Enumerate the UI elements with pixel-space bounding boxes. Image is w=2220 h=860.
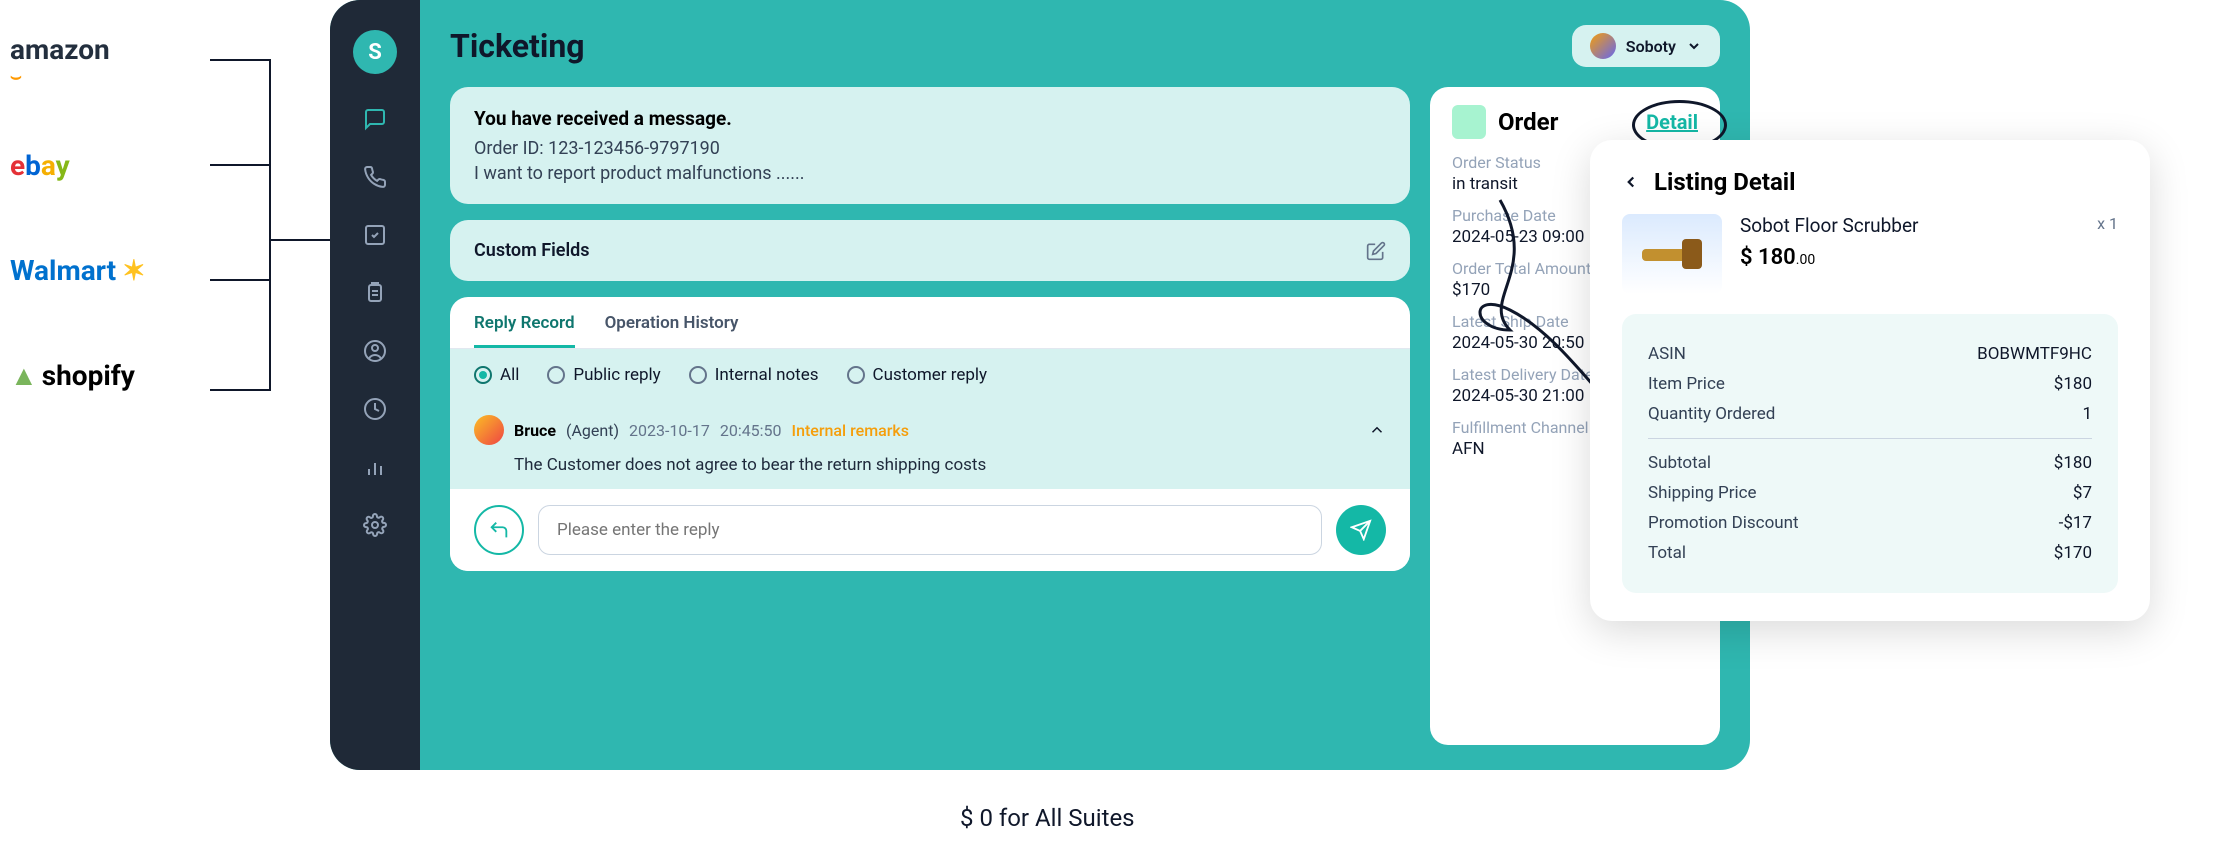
listing-detail-popover: Listing Detail Sobot Floor Scrubber x 1 … <box>1590 140 2150 621</box>
asin-label: ASIN <box>1648 344 1686 364</box>
message-order-id: Order ID: 123-123456-9797190 <box>474 138 1386 159</box>
detail-link[interactable]: Detail <box>1646 110 1698 134</box>
user-icon[interactable] <box>362 338 388 364</box>
custom-fields-card[interactable]: Custom Fields <box>450 220 1410 281</box>
chat-icon[interactable] <box>362 106 388 132</box>
reply-input[interactable] <box>538 505 1322 555</box>
detail-block: ASIN BOBWMTF9HC Item Price $180 Quantity O… <box>1622 314 2118 593</box>
marketplace-walmart: Walmart✶ <box>10 240 210 300</box>
sidebar: S <box>330 0 420 770</box>
edit-icon[interactable] <box>1366 241 1386 261</box>
reply-filters: All Public reply Internal notes Customer… <box>450 349 1410 401</box>
divider <box>1648 438 2092 439</box>
tab-operation-history[interactable]: Operation History <box>605 313 739 348</box>
topbar: Ticketing Soboty <box>450 25 1720 67</box>
agent-avatar-icon <box>474 415 504 445</box>
shipping-label: Shipping Price <box>1648 483 1757 503</box>
promo-label: Promotion Discount <box>1648 513 1799 533</box>
filter-public[interactable]: Public reply <box>547 365 660 385</box>
tabs: Reply Record Operation History <box>450 297 1410 349</box>
back-chevron-icon[interactable] <box>1622 173 1640 191</box>
qty-ordered-value: 1 <box>2082 404 2092 424</box>
asin-value: BOBWMTF9HC <box>1977 344 2092 364</box>
custom-fields-title: Custom Fields <box>474 240 590 261</box>
record-date: 2023-10-17 <box>629 421 710 440</box>
reply-bar <box>450 489 1410 571</box>
filter-all[interactable]: All <box>474 365 519 385</box>
content-columns: You have received a message. Order ID: 1… <box>450 87 1720 745</box>
brand-name: Soboty <box>1626 37 1676 56</box>
item-price-label: Item Price <box>1648 374 1725 394</box>
agent-name: Bruce <box>514 421 556 440</box>
product-price: $ 180.00 <box>1740 245 2118 270</box>
send-button[interactable] <box>1336 505 1386 555</box>
reply-back-button[interactable] <box>474 505 524 555</box>
order-icon <box>1452 105 1486 139</box>
message-body: I want to report product malfunctions ..… <box>474 163 1386 184</box>
popover-title: Listing Detail <box>1654 168 1796 196</box>
agent-role: (Agent) <box>566 421 619 440</box>
app-window: S Ticketing Soboty You have received a m… <box>330 0 1750 770</box>
chevron-down-icon <box>1686 38 1702 54</box>
total-label: Total <box>1648 543 1686 563</box>
phone-icon[interactable] <box>362 164 388 190</box>
left-column: You have received a message. Order ID: 1… <box>450 87 1410 745</box>
product-row: Sobot Floor Scrubber x 1 $ 180.00 <box>1622 214 2118 294</box>
item-price-value: $180 <box>2054 374 2092 394</box>
marketplace-ebay: ebay <box>10 135 210 195</box>
subtotal-value: $180 <box>2054 453 2092 473</box>
gear-icon[interactable] <box>362 512 388 538</box>
tab-reply-record[interactable]: Reply Record <box>474 313 575 348</box>
reply-record-item: Bruce (Agent) 2023-10-17 20:45:50 Intern… <box>450 401 1410 489</box>
footer-text: $ 0 for All Suites <box>960 804 1135 832</box>
product-name: Sobot Floor Scrubber <box>1740 214 2097 237</box>
marketplace-amazon: amazon⌣ <box>10 30 210 90</box>
product-qty: x 1 <box>2097 214 2118 237</box>
message-card: You have received a message. Order ID: 1… <box>450 87 1410 204</box>
marketplace-shopify: ▲shopify <box>10 345 210 405</box>
qty-ordered-label: Quantity Ordered <box>1648 404 1775 424</box>
shipping-value: $7 <box>2073 483 2092 503</box>
page-title: Ticketing <box>450 27 585 65</box>
reply-arrow-icon <box>488 519 510 541</box>
message-title: You have received a message. <box>474 107 1386 130</box>
marketplace-logos: amazon⌣ ebay Walmart✶ ▲shopify <box>10 30 210 450</box>
send-icon <box>1350 519 1372 541</box>
clipboard-icon[interactable] <box>362 280 388 306</box>
filter-internal[interactable]: Internal notes <box>689 365 819 385</box>
promo-value: -$17 <box>2059 513 2092 533</box>
app-logo: S <box>353 30 397 74</box>
filter-customer[interactable]: Customer reply <box>847 365 988 385</box>
checkbox-icon[interactable] <box>362 222 388 248</box>
brand-avatar-icon <box>1590 33 1616 59</box>
connector-lines <box>210 30 330 550</box>
total-value: $170 <box>2054 543 2092 563</box>
main-area: Ticketing Soboty You have received a mes… <box>420 0 1750 770</box>
record-time: 20:45:50 <box>720 421 782 440</box>
product-image <box>1622 214 1722 294</box>
reply-card: Reply Record Operation History All Publi… <box>450 297 1410 571</box>
record-tag: Internal remarks <box>792 421 909 440</box>
record-body: The Customer does not agree to bear the … <box>514 455 1386 475</box>
clock-icon[interactable] <box>362 396 388 422</box>
brand-selector[interactable]: Soboty <box>1572 25 1720 67</box>
order-title: Order <box>1498 108 1558 136</box>
chart-icon[interactable] <box>362 454 388 480</box>
subtotal-label: Subtotal <box>1648 453 1711 473</box>
chevron-up-icon[interactable] <box>1368 421 1386 439</box>
